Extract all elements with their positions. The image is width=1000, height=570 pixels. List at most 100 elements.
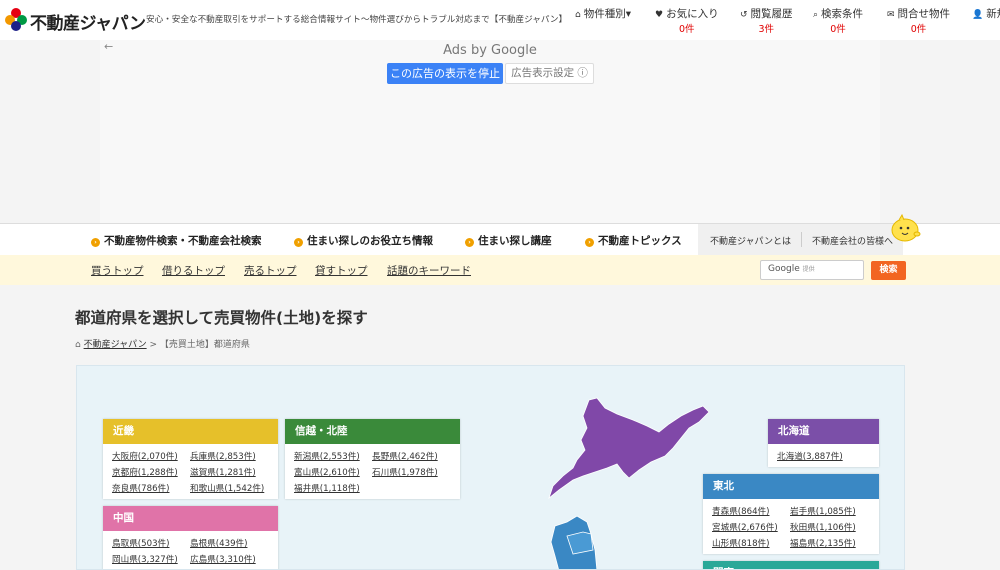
pref-miyagi[interactable]: 宮城県(2,676件): [712, 521, 790, 533]
search-powered: 提供: [802, 266, 815, 273]
search-brand: Google: [768, 264, 800, 274]
history-icon: ↺: [740, 10, 748, 20]
pref-nara[interactable]: 奈良県(786件): [112, 482, 190, 494]
nav-inquiries[interactable]: ✉ 問合せ物件 0件: [887, 6, 950, 35]
ad-stop-button[interactable]: この広告の表示を停止: [387, 63, 503, 84]
region-kinki: 近畿 大阪府(2,070件) 兵庫県(2,853件) 京都府(1,288件) 滋…: [103, 419, 278, 499]
pref-wakayama[interactable]: 和歌山県(1,542件): [190, 482, 268, 494]
subnav-keywords[interactable]: 話題のキーワード: [387, 263, 471, 278]
logo-icon[interactable]: [4, 7, 28, 31]
pref-okayama[interactable]: 岡山県(3,327件): [112, 553, 190, 565]
region-header-kinki[interactable]: 近畿: [103, 419, 278, 444]
menu-secondary: 不動産ジャパンとは 不動産会社の皆様へ: [698, 224, 903, 255]
history-count: 3件: [758, 24, 775, 35]
heart-icon: ♥: [655, 10, 664, 20]
menu-for-companies[interactable]: 不動産会社の皆様へ: [812, 234, 893, 247]
pref-hiroshima[interactable]: 広島県(3,310件): [190, 553, 268, 565]
pref-kyoto[interactable]: 京都府(1,288件): [112, 466, 190, 478]
nav-label: 検索条件: [821, 8, 864, 20]
menu-label: 不動産物件検索・不動産会社検索: [104, 235, 262, 247]
chevron-right-icon: ›: [294, 238, 303, 247]
main-menu: › 不動産物件検索・不動産会社検索 › 住まい探しのお役立ち情報 › 住まい探し講座 …: [0, 214, 1000, 255]
pref-fukui[interactable]: 福井県(1,118件): [294, 482, 372, 494]
menu-useful-info[interactable]: › 住まい探しのお役立ち情報: [294, 233, 433, 248]
region-shinetsu-hokuriku: 信越・北陸 新潟県(2,553件) 長野県(2,462件) 富山県(2,610件…: [285, 419, 460, 499]
ad-settings-button[interactable]: 広告表示設定 ⓘ: [505, 63, 594, 84]
search-button[interactable]: 検索: [871, 261, 906, 280]
region-header-chugoku[interactable]: 中国: [103, 506, 278, 531]
nav-label: お気に入り: [666, 8, 719, 20]
nav-property-type[interactable]: ⌂ 物件種別▾: [575, 6, 631, 21]
subnav-rent[interactable]: 借りるトップ: [162, 263, 225, 278]
ads-by-google: Ads by Google: [443, 43, 537, 58]
pref-shiga[interactable]: 滋賀県(1,281件): [190, 466, 268, 478]
pref-tottori[interactable]: 鳥取県(503件): [112, 537, 190, 549]
menu-about[interactable]: 不動産ジャパンとは: [710, 234, 791, 247]
pref-hyogo[interactable]: 兵庫県(2,853件): [190, 450, 268, 462]
pref-aomori[interactable]: 青森県(864件): [712, 505, 790, 517]
home-icon: ⌂: [75, 340, 81, 350]
region-hokkaido: 北海道 北海道(3,887件): [768, 419, 879, 467]
inquiries-count: 0件: [910, 24, 927, 35]
nav-label: 問合せ物件: [897, 8, 951, 20]
pref-shimane[interactable]: 島根県(439件): [190, 537, 268, 549]
mascot-icon: [891, 214, 921, 242]
pref-osaka[interactable]: 大阪府(2,070件): [112, 450, 190, 462]
site-tagline: 安心・安全な不動産取引をサポートする総合情報サイト〜物件選びからトラブル対応まで…: [146, 15, 568, 25]
chevron-right-icon: ›: [91, 238, 100, 247]
menu-topics[interactable]: › 不動産トピックス: [585, 233, 682, 248]
region-header-hokkaido[interactable]: 北海道: [768, 419, 879, 444]
subnav-lease[interactable]: 貸すトップ: [315, 263, 368, 278]
map-hokkaido[interactable]: [548, 397, 710, 500]
user-icon: 👤: [972, 10, 984, 20]
menu-label: 不動産トピックス: [598, 235, 682, 247]
favorites-count: 0件: [679, 24, 695, 35]
site-search-input[interactable]: Google 提供: [760, 260, 864, 280]
menu-label: 住まい探しのお役立ち情報: [307, 235, 433, 247]
ad-area: ← Ads by Google この広告の表示を停止 広告表示設定 ⓘ: [100, 40, 880, 223]
breadcrumb: ⌂ 不動産ジャパン > 【売買土地】都道府県: [75, 337, 250, 350]
nav-favorites[interactable]: ♥ お気に入り 0件: [655, 6, 719, 35]
menu-property-search[interactable]: › 不動産物件検索・不動産会社検索: [91, 233, 262, 248]
site-header: 不動産ジャパン 安心・安全な不動産取引をサポートする総合情報サイト〜物件選びから…: [0, 0, 1000, 40]
breadcrumb-home[interactable]: 不動産ジャパン: [84, 340, 147, 350]
breadcrumb-separator: >: [149, 340, 158, 350]
nav-register[interactable]: 👤新規: [972, 6, 1000, 21]
pref-hokkaido[interactable]: 北海道(3,887件): [777, 450, 877, 462]
pref-iwate[interactable]: 岩手県(1,085件): [790, 505, 868, 517]
region-tohoku: 東北 青森県(864件) 岩手県(1,085件) 宮城県(2,676件) 秋田県…: [703, 474, 879, 554]
prefecture-map: 近畿 大阪府(2,070件) 兵庫県(2,853件) 京都府(1,288件) 滋…: [76, 365, 905, 570]
sub-nav: 買うトップ 借りるトップ 売るトップ 貸すトップ 話題のキーワード Google…: [0, 255, 1000, 285]
nav-history[interactable]: ↺ 閲覧履歴 3件: [740, 6, 793, 35]
pref-fukushima[interactable]: 福島県(2,135件): [790, 537, 868, 549]
mail-icon: ✉: [887, 10, 895, 20]
nav-label: 新規: [986, 8, 1000, 20]
region-kanto: 関東: [703, 561, 879, 569]
subnav-buy[interactable]: 買うトップ: [91, 263, 144, 278]
pref-akita[interactable]: 秋田県(1,106件): [790, 521, 868, 533]
chevron-right-icon: ›: [585, 238, 594, 247]
logo-text[interactable]: 不動産ジャパン: [30, 9, 146, 34]
chevron-right-icon: ›: [465, 238, 474, 247]
breadcrumb-current: 【売買土地】都道府県: [159, 340, 250, 350]
menu-label: 住まい探し講座: [478, 235, 552, 247]
region-header-tohoku[interactable]: 東北: [703, 474, 879, 499]
home-icon: ⌂: [575, 10, 581, 20]
pref-ishikawa[interactable]: 石川県(1,978件): [372, 466, 450, 478]
saved-search-count: 0件: [830, 24, 846, 35]
pref-nagano[interactable]: 長野県(2,462件): [372, 450, 450, 462]
region-chugoku: 中国 鳥取県(503件) 島根県(439件) 岡山県(3,327件) 広島県(3…: [103, 506, 278, 569]
menu-divider: [801, 232, 802, 247]
page-title: 都道府県を選択して売買物件(土地)を探す: [75, 309, 368, 327]
pref-yamagata[interactable]: 山形県(818件): [712, 537, 790, 549]
region-header-kanto[interactable]: 関東: [703, 561, 879, 569]
region-header-shinetsu[interactable]: 信越・北陸: [285, 419, 460, 444]
nav-saved-search[interactable]: ⌕ 検索条件 0件: [813, 6, 863, 35]
pref-toyama[interactable]: 富山県(2,610件): [294, 466, 372, 478]
search-icon: ⌕: [813, 10, 819, 20]
subnav-sell[interactable]: 売るトップ: [244, 263, 297, 278]
menu-housing-course[interactable]: › 住まい探し講座: [465, 233, 552, 248]
nav-label: 物件種別▾: [583, 8, 631, 20]
pref-niigata[interactable]: 新潟県(2,553件): [294, 450, 372, 462]
nav-label: 閲覧履歴: [750, 8, 793, 20]
